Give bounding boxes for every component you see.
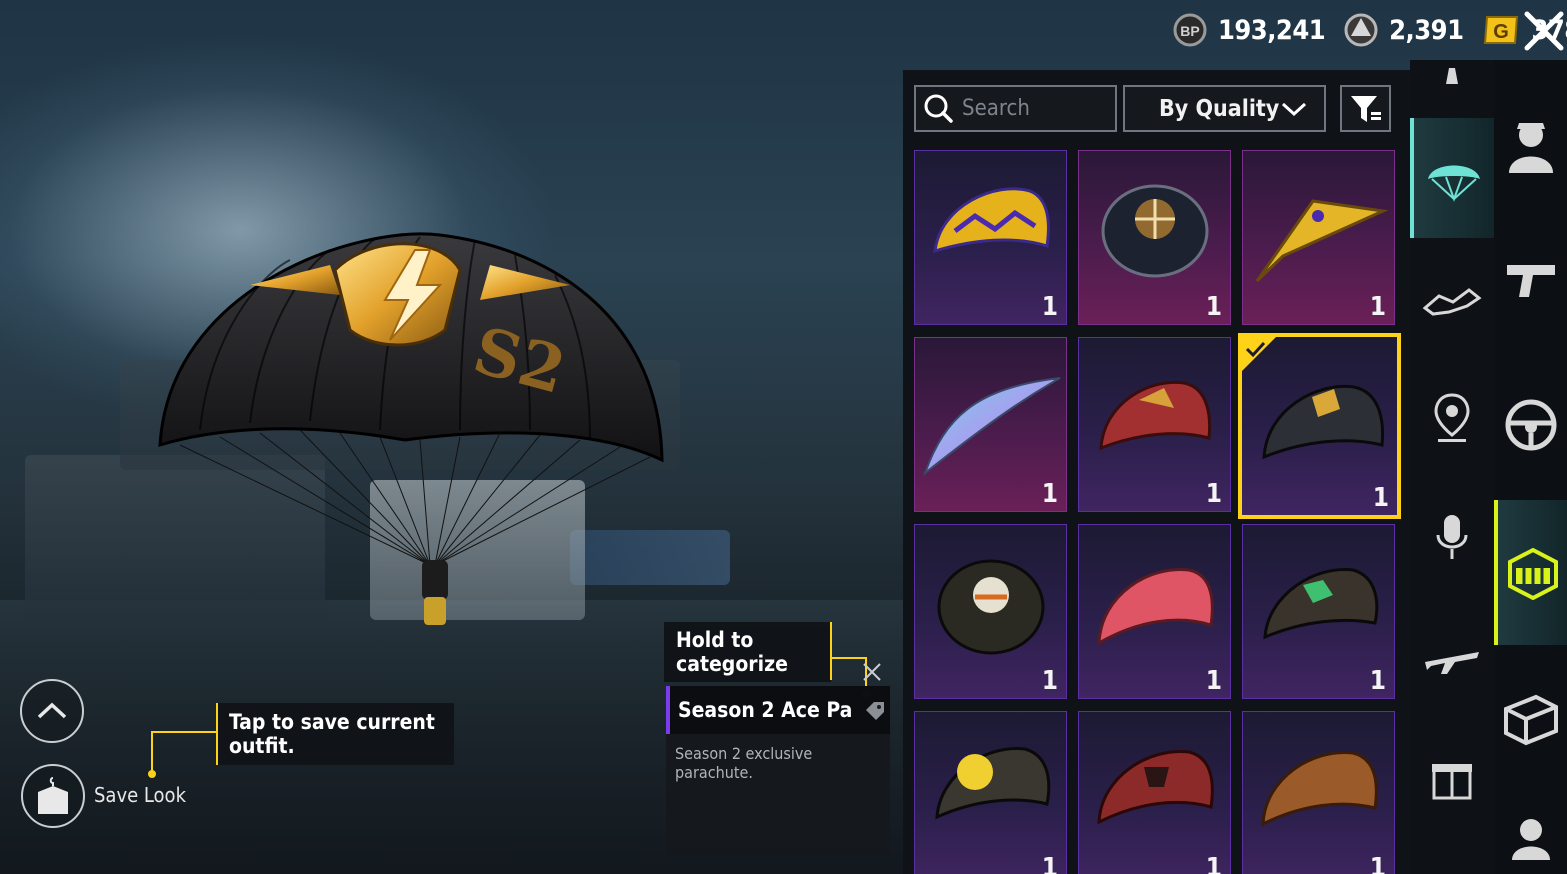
bp-currency: BP 193,241 bbox=[1172, 12, 1326, 48]
item-tile[interactable]: 1 bbox=[1078, 337, 1231, 512]
item-tile[interactable]: 1 bbox=[914, 150, 1067, 325]
category-vehicle-skin[interactable] bbox=[1494, 500, 1567, 645]
subcategory-plane[interactable] bbox=[1410, 598, 1494, 718]
silver-currency: 2,391 bbox=[1343, 12, 1464, 48]
pistol-icon bbox=[1506, 265, 1555, 297]
save-tip-connector-line bbox=[148, 731, 218, 778]
category-vehicle[interactable] bbox=[1494, 360, 1567, 490]
hold-tip-text: Hold to categorize bbox=[676, 628, 788, 676]
crate-icon bbox=[1503, 694, 1558, 746]
save-look-label: Save Look bbox=[94, 783, 186, 807]
category-avatar[interactable] bbox=[1494, 795, 1567, 874]
item-info-title: Season 2 Ace Parach bbox=[678, 698, 853, 722]
bronze-parachute-icon bbox=[1261, 750, 1378, 827]
season-2-ace-parachute-preview: S2 bbox=[158, 232, 664, 625]
subcategory-rail bbox=[1410, 60, 1494, 874]
search-icon bbox=[924, 94, 953, 123]
item-quantity: 1 bbox=[1369, 853, 1386, 874]
plane-icon bbox=[1425, 652, 1479, 674]
silver-fragment-icon bbox=[1344, 13, 1378, 47]
item-tile[interactable]: 1 bbox=[914, 337, 1067, 512]
hold-to-categorize-tip: Hold to categorize bbox=[664, 622, 831, 682]
chevron-up-icon bbox=[37, 702, 67, 719]
g-coin-icon: G bbox=[1484, 16, 1519, 44]
item-tile[interactable]: 1 bbox=[1242, 711, 1395, 874]
svg-text:BP: BP bbox=[1180, 23, 1199, 39]
item-quantity: 1 bbox=[1205, 479, 1222, 509]
category-character[interactable] bbox=[1494, 80, 1567, 210]
category-weapon[interactable] bbox=[1494, 215, 1567, 345]
hanger-shirt-icon bbox=[38, 777, 68, 814]
item-quantity: 1 bbox=[1205, 853, 1222, 874]
save-tip-text: Tap to save current outfit. bbox=[229, 710, 435, 758]
item-tile[interactable]: 1 bbox=[1078, 150, 1231, 325]
item-tile[interactable]: 1 bbox=[1242, 150, 1395, 325]
item-info-card: Season 2 Ace Parach Season 2 exclusive p… bbox=[666, 686, 890, 856]
silver-amount: 2,391 bbox=[1389, 14, 1464, 46]
steering-wheel-icon bbox=[1505, 399, 1556, 451]
character-icon bbox=[1508, 123, 1553, 173]
gift-box-icon bbox=[1432, 764, 1472, 800]
item-tile[interactable]: 1 bbox=[914, 711, 1067, 874]
subcategory-emote[interactable] bbox=[1410, 238, 1494, 358]
parachute-icon bbox=[1428, 165, 1480, 202]
search-field[interactable] bbox=[914, 85, 1117, 132]
item-quantity: 1 bbox=[1041, 292, 1058, 322]
item-quantity: 1 bbox=[1205, 666, 1222, 696]
search-input[interactable] bbox=[962, 96, 1112, 121]
category-crate[interactable] bbox=[1494, 655, 1567, 785]
item-quantity: 1 bbox=[1369, 292, 1386, 322]
item-quantity: 1 bbox=[1369, 666, 1386, 696]
subcategory-gift[interactable] bbox=[1410, 718, 1494, 838]
item-quantity: 1 bbox=[1205, 292, 1222, 322]
scroll-up-indicator-icon bbox=[1446, 68, 1458, 84]
filter-button[interactable] bbox=[1340, 85, 1391, 132]
filter-icon bbox=[1350, 95, 1381, 122]
subcategory-voice[interactable] bbox=[1410, 478, 1494, 598]
microphone-icon bbox=[1436, 515, 1468, 559]
subcategory-map-marker[interactable] bbox=[1410, 358, 1494, 478]
vehicle-skin-icon bbox=[1507, 547, 1558, 600]
sort-dropdown[interactable]: By Quality bbox=[1123, 85, 1326, 132]
expand-up-button[interactable] bbox=[20, 679, 84, 743]
item-tile[interactable]: 1 bbox=[1242, 524, 1395, 699]
item-info-description: Season 2 exclusive parachute. bbox=[675, 744, 813, 782]
save-look-button[interactable] bbox=[21, 764, 85, 828]
item-tile-selected[interactable]: 1 bbox=[1238, 333, 1401, 519]
tag-icon[interactable] bbox=[864, 700, 886, 722]
item-quantity: 1 bbox=[1372, 483, 1389, 513]
item-tile[interactable]: 1 bbox=[1078, 524, 1231, 699]
moon-pattern-parachute-icon bbox=[935, 746, 1051, 820]
item-tile[interactable]: 1 bbox=[1078, 711, 1231, 874]
bp-coin-icon: BP bbox=[1173, 13, 1207, 47]
subcategory-parachute[interactable] bbox=[1410, 118, 1494, 238]
save-outfit-tip: Tap to save current outfit. bbox=[216, 703, 454, 765]
item-info-title-bar: Season 2 Ace Parach bbox=[666, 686, 890, 734]
category-rail bbox=[1494, 60, 1567, 874]
item-quantity: 1 bbox=[1041, 666, 1058, 696]
chevron-down-icon bbox=[1281, 102, 1307, 116]
item-tile[interactable]: 1 bbox=[914, 524, 1067, 699]
close-icon[interactable] bbox=[1523, 10, 1565, 52]
currency-bar: BP 193,241 2,391 G 378 bbox=[1172, 8, 1567, 52]
svg-text:G: G bbox=[1494, 21, 1510, 43]
red-devil-parachute-icon bbox=[1097, 749, 1214, 825]
dismiss-tip-icon[interactable] bbox=[861, 661, 883, 683]
emote-icon bbox=[1422, 288, 1482, 316]
avatar-icon bbox=[1511, 818, 1550, 860]
map-marker-icon bbox=[1434, 393, 1470, 442]
item-quantity: 1 bbox=[1041, 853, 1058, 874]
item-quantity: 1 bbox=[1041, 479, 1058, 509]
sort-dropdown-label: By Quality bbox=[1159, 95, 1280, 122]
bp-amount: 193,241 bbox=[1218, 14, 1326, 46]
